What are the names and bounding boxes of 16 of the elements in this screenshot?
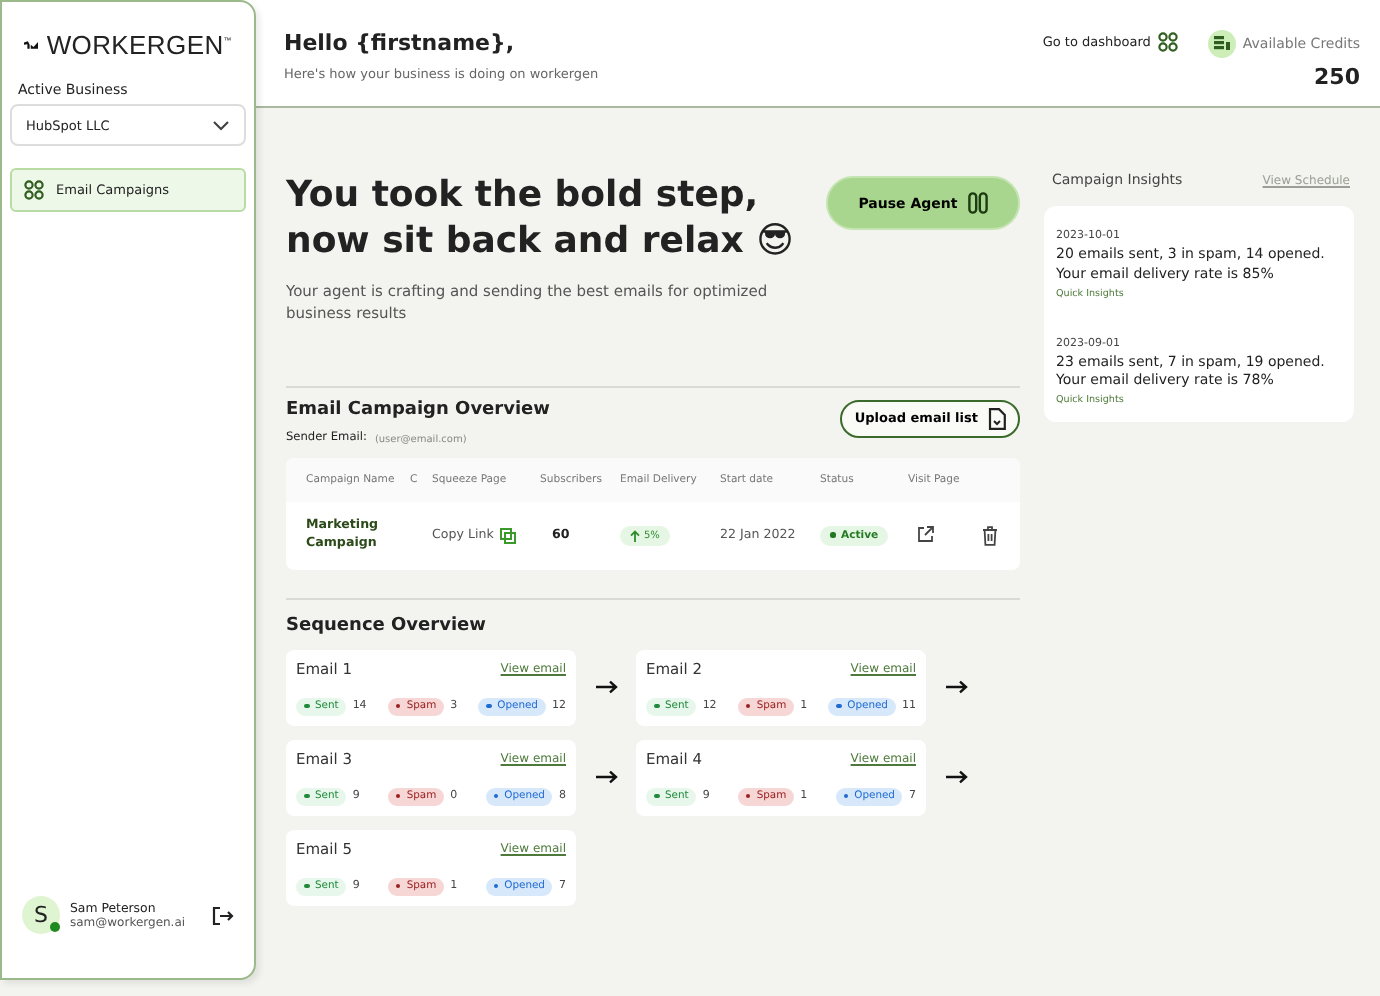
section-title: Email Campaign Overview <box>286 399 550 420</box>
grid-icon <box>1158 32 1179 52</box>
greeting: Hello {firstname}, <box>284 30 516 56</box>
hero-title: You took the bold step, now sit back and relax 😎 <box>286 172 796 266</box>
pause-icon <box>967 192 988 214</box>
avatar: S <box>22 896 60 934</box>
chevron-down-icon <box>212 119 230 131</box>
arrow-up-icon <box>630 529 640 542</box>
trash-icon[interactable] <box>982 525 998 546</box>
grid-icon <box>24 180 44 200</box>
copy-icon <box>499 527 516 544</box>
section-title: Sequence Overview <box>286 615 488 636</box>
credits-value: 250 <box>1314 64 1360 90</box>
external-link-icon[interactable] <box>918 525 934 542</box>
file-icon <box>988 407 1006 430</box>
logout-icon[interactable] <box>212 905 234 925</box>
